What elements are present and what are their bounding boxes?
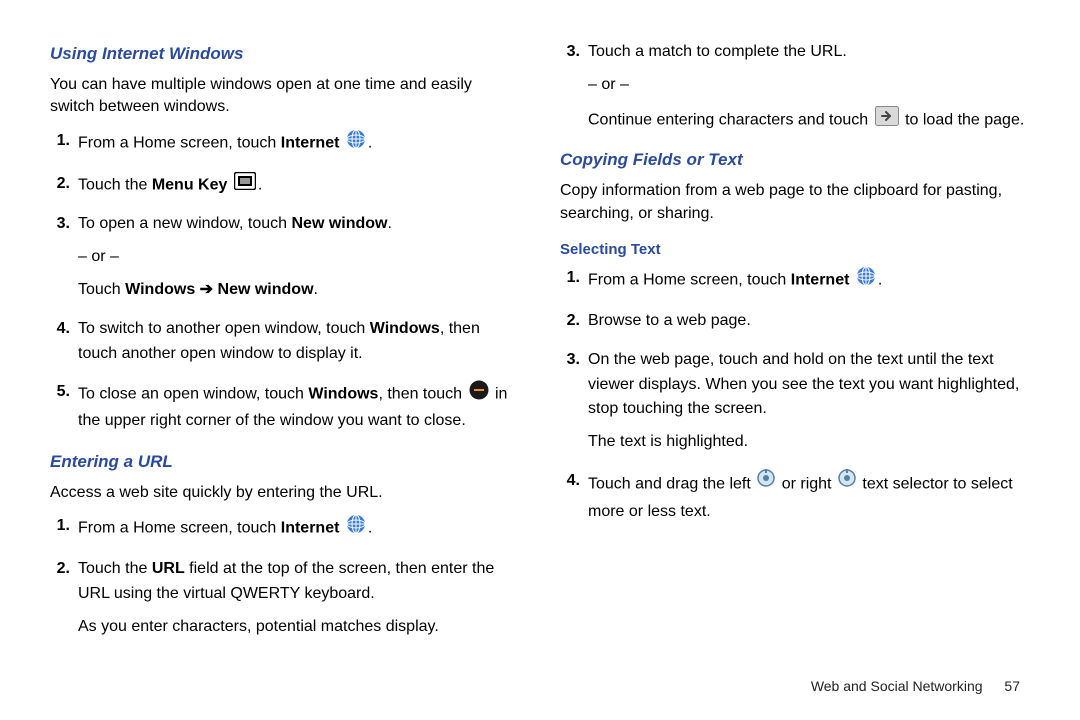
globe-icon	[856, 266, 876, 295]
step-number: 3.	[560, 348, 588, 455]
step-number: 2.	[560, 309, 588, 334]
step-number: 2.	[50, 172, 78, 199]
subsection-title-select: Selecting Text	[560, 241, 1030, 258]
step-body: To close an open window, touch Windows, …	[78, 380, 520, 434]
step-body: Touch a match to complete the URL. – or …	[588, 40, 1030, 134]
steps-windows: 1. From a Home screen, touch Internet . …	[50, 129, 520, 434]
close-window-icon	[469, 380, 489, 409]
globe-icon	[346, 514, 366, 543]
step-number: 1.	[50, 129, 78, 158]
footer-section: Web and Social Networking	[811, 678, 983, 694]
left-column: Using Internet Windows You can have mult…	[50, 40, 520, 654]
step-number: 1.	[560, 266, 588, 295]
page-footer: Web and Social Networking 57	[811, 678, 1020, 694]
step: 3. On the web page, touch and hold on th…	[560, 348, 1030, 455]
two-column-layout: Using Internet Windows You can have mult…	[50, 40, 1030, 654]
step: 2. Touch the Menu Key .	[50, 172, 520, 199]
step: 1. From a Home screen, touch Internet .	[50, 129, 520, 158]
step: 3. Touch a match to complete the URL. – …	[560, 40, 1030, 134]
step-body: Touch the Menu Key .	[78, 172, 520, 199]
step-body: From a Home screen, touch Internet .	[78, 514, 520, 543]
intro-url: Access a web site quickly by entering th…	[50, 482, 520, 504]
step-body: Browse to a web page.	[588, 309, 1030, 334]
page-number: 57	[1004, 678, 1020, 694]
step-body: From a Home screen, touch Internet .	[78, 129, 520, 158]
section-title-url: Entering a URL	[50, 452, 520, 472]
step-body: To switch to another open window, touch …	[78, 317, 520, 367]
steps-url-continued: 3. Touch a match to complete the URL. – …	[560, 40, 1030, 134]
step-body: On the web page, touch and hold on the t…	[588, 348, 1030, 455]
right-selector-icon	[838, 469, 856, 500]
step: 4. To switch to another open window, tou…	[50, 317, 520, 367]
step-number: 2.	[50, 557, 78, 639]
left-selector-icon	[757, 469, 775, 500]
steps-select: 1. From a Home screen, touch Internet . …	[560, 266, 1030, 524]
right-column: 3. Touch a match to complete the URL. – …	[560, 40, 1030, 654]
steps-url: 1. From a Home screen, touch Internet . …	[50, 514, 520, 639]
step: 1. From a Home screen, touch Internet .	[560, 266, 1030, 295]
go-arrow-icon	[875, 106, 899, 135]
globe-icon	[346, 129, 366, 158]
step-body: From a Home screen, touch Internet .	[588, 266, 1030, 295]
step-number: 3.	[50, 212, 78, 302]
step: 3. To open a new window, touch New windo…	[50, 212, 520, 302]
section-title-copy: Copying Fields or Text	[560, 150, 1030, 170]
step: 2. Browse to a web page.	[560, 309, 1030, 334]
intro-windows: You can have multiple windows open at on…	[50, 74, 520, 119]
step-body: Touch and drag the left or right text se…	[588, 469, 1030, 525]
intro-copy: Copy information from a web page to the …	[560, 180, 1030, 225]
section-title-windows: Using Internet Windows	[50, 44, 520, 64]
step-number: 4.	[50, 317, 78, 367]
menu-key-icon	[234, 172, 256, 199]
step-number: 5.	[50, 380, 78, 434]
step: 2. Touch the URL field at the top of the…	[50, 557, 520, 639]
step-number: 1.	[50, 514, 78, 543]
step-body: Touch the URL field at the top of the sc…	[78, 557, 520, 639]
step: 5. To close an open window, touch Window…	[50, 380, 520, 434]
step-body: To open a new window, touch New window. …	[78, 212, 520, 302]
step: 4. Touch and drag the left or right text…	[560, 469, 1030, 525]
step-number: 4.	[560, 469, 588, 525]
step-number: 3.	[560, 40, 588, 134]
step: 1. From a Home screen, touch Internet .	[50, 514, 520, 543]
